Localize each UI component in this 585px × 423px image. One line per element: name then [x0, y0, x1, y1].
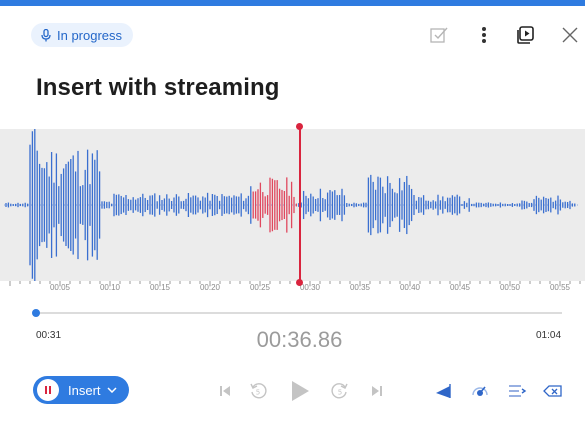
tick-label: 00:05 — [49, 283, 71, 292]
tick-label: 00:10 — [99, 283, 121, 292]
pause-icon — [37, 379, 59, 401]
playhead-handle-top[interactable] — [296, 123, 303, 130]
rewind-icon[interactable]: 5 — [248, 379, 268, 403]
delete-icon[interactable] — [541, 379, 565, 403]
check-square-icon[interactable] — [428, 24, 450, 46]
skip-forward-icon[interactable] — [369, 379, 385, 403]
status-badge: In progress — [31, 23, 134, 47]
speed-icon[interactable] — [469, 379, 491, 403]
insert-label: Insert — [68, 382, 101, 398]
progress-track[interactable] — [35, 312, 562, 314]
page-title: Insert with streaming — [36, 74, 280, 101]
playhead[interactable] — [299, 126, 301, 283]
skip-back-icon[interactable] — [217, 379, 233, 403]
tick-label: 00:45 — [449, 283, 471, 292]
tick-label: 00:55 — [549, 283, 571, 292]
play-icon[interactable] — [288, 379, 312, 403]
waveform-graphic — [4, 129, 580, 281]
volume-icon[interactable] — [433, 379, 455, 403]
waveform[interactable] — [0, 129, 585, 281]
tick-label: 00:15 — [149, 283, 171, 292]
status-label: In progress — [57, 27, 123, 43]
close-icon[interactable] — [559, 24, 581, 46]
insert-button[interactable]: Insert — [33, 376, 129, 404]
tick-label: 00:35 — [349, 283, 371, 292]
play-window-icon[interactable] — [515, 24, 537, 46]
ruler-ticks — [9, 281, 581, 286]
current-time: 00:36.86 — [256, 327, 343, 352]
svg-text:5: 5 — [338, 389, 342, 397]
end-time: 01:04 — [536, 330, 562, 341]
forward-icon[interactable]: 5 — [330, 379, 350, 403]
timeline-ruler[interactable]: 00:05 00:10 00:15 00:20 00:25 00:30 00:35 00:40… — [0, 281, 585, 301]
playhead-handle-bottom[interactable] — [296, 279, 303, 286]
progress-knob[interactable] — [32, 309, 40, 317]
more-vertical-icon[interactable] — [473, 24, 495, 46]
tick-label: 00:20 — [199, 283, 221, 292]
tick-label: 00:40 — [399, 283, 421, 292]
chevron-down-icon — [106, 387, 117, 393]
mic-icon — [41, 28, 51, 42]
tick-label: 00:25 — [249, 283, 271, 292]
tick-label: 00:30 — [299, 283, 321, 292]
options-icon[interactable] — [506, 379, 528, 403]
tick-label: 00:50 — [499, 283, 521, 292]
svg-text:5: 5 — [256, 389, 260, 397]
